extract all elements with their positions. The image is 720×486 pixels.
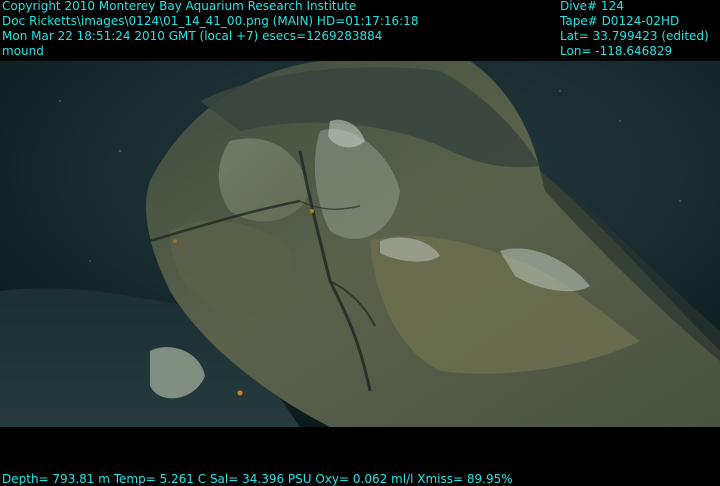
sensor-readout: Depth= 793.81 m Temp= 5.261 C Sal= 34.39… <box>2 472 513 486</box>
copyright-line: Copyright 2010 Monterey Bay Aquarium Res… <box>2 0 357 13</box>
header-info-left: Copyright 2010 Monterey Bay Aquarium Res… <box>2 0 418 59</box>
header-info-right: Dive# 124 Tape# D0124-02HD Lat= 33.79942… <box>560 0 709 59</box>
image-path-line: Doc Ricketts\images\0124\01_14_41_00.png… <box>2 14 419 28</box>
annotation-label: mound <box>2 44 44 58</box>
video-frame: Copyright 2010 Monterey Bay Aquarium Res… <box>0 0 720 486</box>
latitude: Lat= 33.799423 (edited) <box>560 29 709 43</box>
tape-number: Tape# D0124-02HD <box>560 14 680 28</box>
dive-number: Dive# 124 <box>560 0 624 13</box>
longitude: Lon= -118.646829 <box>560 44 673 58</box>
seafloor-mound-image <box>0 61 720 427</box>
timestamp-line: Mon Mar 22 18:51:24 2010 GMT (local +7) … <box>2 29 383 43</box>
